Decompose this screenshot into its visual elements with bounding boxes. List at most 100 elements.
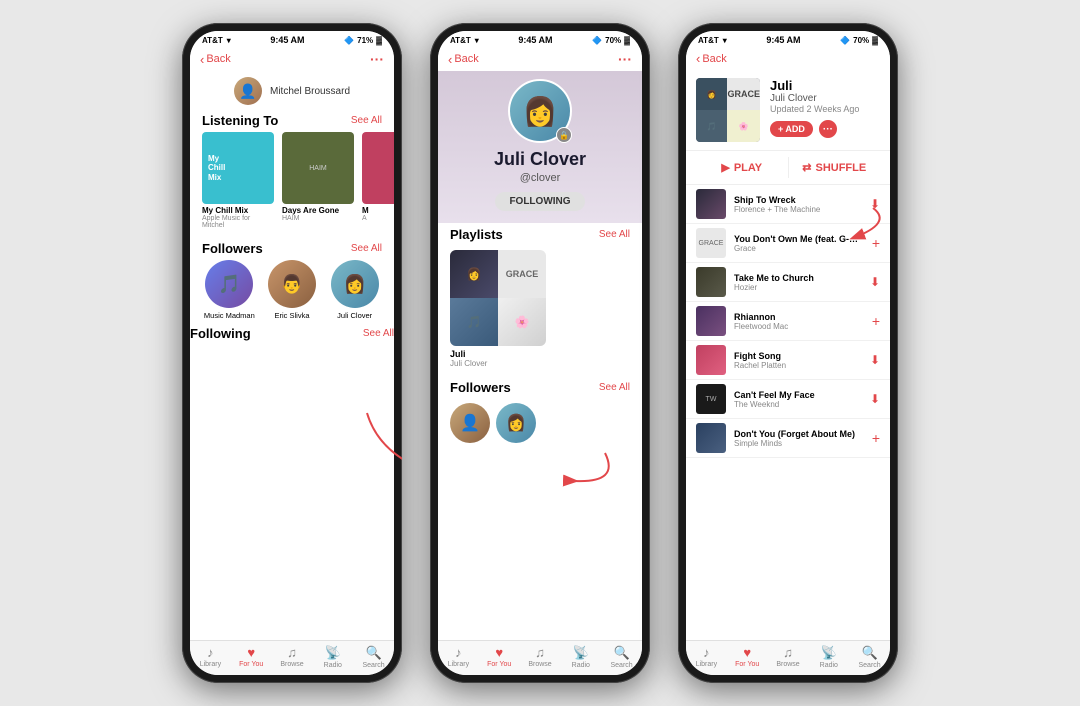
p2-tab-library[interactable]: ♪ Library (438, 645, 479, 669)
tab-browse-label: Browse (280, 661, 303, 668)
status-time: 9:45 AM (270, 35, 304, 45)
back-button[interactable]: ‹ Back (200, 52, 231, 67)
p2-nav-more-icon[interactable]: ··· (618, 51, 632, 67)
p3-back-button[interactable]: ‹ Back (696, 51, 727, 66)
playlist-card-juli[interactable]: 👩 GRACE 🎵 🌸 Juli Juli Clover (450, 250, 546, 368)
p2-follower-1[interactable]: 👤 (450, 403, 490, 443)
song-action-icon-2[interactable]: + (872, 235, 880, 251)
album-haim[interactable]: HAIM Days Are Gone HAIM (282, 132, 354, 229)
p2-tab-search[interactable]: 🔍 Search (601, 645, 642, 669)
song-row-1[interactable]: Ship To Wreck Florence + The Machine ⬇ (686, 185, 890, 224)
song-row-3[interactable]: Take Me to Church Hozier ⬇ (686, 263, 890, 302)
followers-title: Followers (202, 241, 263, 256)
p3-tab-browse[interactable]: ♫ Browse (768, 645, 809, 669)
p2-profile-handle: @clover (520, 172, 561, 184)
tab-library[interactable]: ♪ Library (190, 645, 231, 669)
p3-tab-radio[interactable]: 📡 Radio (808, 645, 849, 669)
listening-section-header: Listening To See All (190, 109, 394, 132)
p3-tab-for-you[interactable]: ♥ For You (727, 645, 768, 669)
song-info-5: Fight Song Rachel Platten (734, 351, 862, 370)
song-name-6: Can't Feel My Face (734, 390, 862, 400)
pt-3: 🎵 (450, 298, 498, 346)
phone-3: AT&T ▾ 9:45 AM 🔷 70% ▓ ‹ Back (678, 23, 898, 683)
battery-pct: 71% (357, 36, 373, 45)
p2-back-button[interactable]: ‹ Back (448, 52, 479, 67)
p3-play-row: ▶ PLAY ⇄ SHUFFLE (686, 150, 890, 185)
phone-1-tab-bar: ♪ Library ♥ For You ♫ Browse 📡 Radio (190, 640, 394, 675)
p3-add-button[interactable]: + ADD (770, 121, 813, 137)
p2-battery-icon: ▓ (624, 36, 630, 45)
song-row-5[interactable]: Fight Song Rachel Platten ⬇ (686, 341, 890, 380)
p3-search-icon: 🔍 (861, 645, 877, 661)
follower-juliclover[interactable]: 👩 Juli Clover (327, 260, 382, 320)
status-icons: 🔷 71% ▓ (344, 36, 382, 45)
p2-following-button[interactable]: FOLLOWING (495, 192, 584, 211)
p3-album-art: 👩 GRACE 🎵 🌸 (696, 78, 760, 142)
song-action-icon-1[interactable]: ⬇ (870, 197, 880, 211)
play-triangle-icon: ▶ (721, 161, 729, 174)
p2-tab-library-label: Library (448, 661, 469, 668)
p2-battery-pct: 70% (605, 36, 621, 45)
song-action-icon-4[interactable]: + (872, 313, 880, 329)
song-action-icon-3[interactable]: ⬇ (870, 275, 880, 289)
p3-battery-icon: ▓ (872, 36, 878, 45)
p3-tab-library[interactable]: ♪ Library (686, 645, 727, 669)
song-row-6[interactable]: TW Can't Feel My Face The Weeknd ⬇ (686, 380, 890, 419)
song-action-icon-7[interactable]: + (872, 430, 880, 446)
p3-shuffle-button[interactable]: ⇄ SHUFFLE (789, 157, 881, 178)
album-chill-mix[interactable]: My Chill Mix My Chill Mix Apple Music fo… (202, 132, 274, 229)
p2-tab-radio[interactable]: 📡 Radio (560, 645, 601, 669)
p2-followers-see-all[interactable]: See All (599, 382, 630, 393)
song-art-2: GRACE (696, 228, 726, 258)
p3-carrier: AT&T (698, 36, 719, 45)
tab-radio[interactable]: 📡 Radio (312, 645, 353, 669)
song-row-7[interactable]: Don't You (Forget About Me) Simple Minds… (686, 419, 890, 458)
p2-tab-browse[interactable]: ♫ Browse (520, 645, 561, 669)
p2-foryou-icon: ♥ (495, 645, 503, 660)
radio-icon: 📡 (325, 645, 341, 661)
p2-playlists-see-all[interactable]: See All (599, 229, 630, 240)
p3-tab-search[interactable]: 🔍 Search (849, 645, 890, 669)
song-action-icon-5[interactable]: ⬇ (870, 353, 880, 367)
song-art-1 (696, 189, 726, 219)
song-name-1: Ship To Wreck (734, 195, 862, 205)
phone-2-content: Playlists See All 👩 GRACE 🎵 🌸 Juli (438, 223, 642, 640)
p3-tab-foryou-label: For You (735, 661, 759, 668)
following-see-all[interactable]: See All (363, 328, 394, 339)
song-artist-1: Florence + The Machine (734, 205, 862, 214)
listening-see-all[interactable]: See All (351, 115, 382, 126)
song-row-4[interactable]: Rhiannon Fleetwood Mac + (686, 302, 890, 341)
nav-more-icon[interactable]: ··· (370, 51, 384, 67)
listening-title: Listening To (202, 113, 278, 128)
musicmadman-avatar: 🎵 (205, 260, 253, 308)
tab-browse[interactable]: ♫ Browse (272, 645, 313, 669)
song-art-6: TW (696, 384, 726, 414)
p3-tab-search-label: Search (858, 662, 880, 669)
p2-tab-for-you[interactable]: ♥ For You (479, 645, 520, 669)
song-name-2: You Don't Own Me (feat. G-Eazy) (734, 234, 864, 244)
p2-search-icon: 🔍 (613, 645, 629, 661)
listening-row: My Chill Mix My Chill Mix Apple Music fo… (190, 132, 394, 237)
p2-playlists-title: Playlists (450, 227, 503, 242)
p3-library-icon: ♪ (703, 645, 710, 660)
p3-playlist-subtitle: Juli Clover (770, 93, 880, 104)
tab-for-you[interactable]: ♥ For You (231, 645, 272, 669)
username-label: Mitchel Broussard (270, 86, 350, 97)
p3-play-button[interactable]: ▶ PLAY (696, 157, 789, 178)
follower-musicmadman[interactable]: 🎵 Music Madman (202, 260, 257, 320)
song-info-4: Rhiannon Fleetwood Mac (734, 312, 864, 331)
p2-follower-2[interactable]: 👩 (496, 403, 536, 443)
third-name: M (362, 206, 394, 215)
tab-search[interactable]: 🔍 Search (353, 645, 394, 669)
phone-1-status-bar: AT&T ▾ 9:45 AM 🔷 71% ▓ (190, 31, 394, 47)
playlist-name: Juli (450, 349, 546, 359)
user-row: 👤 Mitchel Broussard (190, 71, 394, 109)
p3-more-button[interactable]: ··· (819, 120, 837, 138)
album-third[interactable]: M M A (362, 132, 394, 229)
phone-3-wrapper: AT&T ▾ 9:45 AM 🔷 70% ▓ ‹ Back (678, 23, 898, 683)
follower-ericslivka[interactable]: 👨 Eric Slivka (265, 260, 320, 320)
pt-1: 👩 (450, 250, 498, 298)
song-action-icon-6[interactable]: ⬇ (870, 392, 880, 406)
song-row-2[interactable]: GRACE You Don't Own Me (feat. G-Eazy) Gr… (686, 224, 890, 263)
followers-see-all[interactable]: See All (351, 243, 382, 254)
